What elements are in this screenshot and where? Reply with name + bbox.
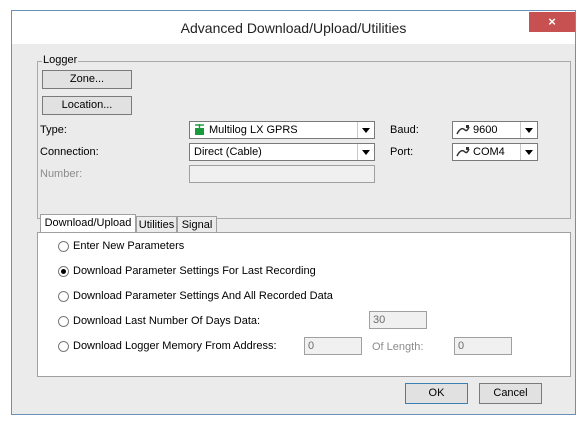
- port-value: COM4: [473, 146, 505, 158]
- option-enter-new-parameters-radio[interactable]: [58, 241, 69, 252]
- tab-panel: [37, 232, 571, 377]
- cable-icon: [456, 147, 470, 157]
- length-field: 0: [454, 337, 512, 355]
- port-select[interactable]: COM4: [452, 143, 538, 161]
- of-length-label: Of Length:: [372, 341, 424, 353]
- chevron-down-icon[interactable]: [357, 144, 374, 160]
- chevron-down-icon[interactable]: [520, 144, 537, 160]
- type-select[interactable]: Multilog LX GPRS: [189, 121, 375, 139]
- connection-value: Direct (Cable): [194, 146, 262, 158]
- chevron-down-icon[interactable]: [520, 122, 537, 138]
- logger-legend: Logger: [42, 54, 79, 66]
- number-label: Number:: [40, 168, 83, 180]
- option-download-last-days-radio[interactable]: [58, 316, 69, 327]
- option-download-last-recording[interactable]: Download Parameter Settings For Last Rec…: [73, 265, 316, 277]
- cable-icon: [456, 125, 470, 135]
- option-download-memory-radio[interactable]: [58, 341, 69, 352]
- option-download-all-data-radio[interactable]: [58, 291, 69, 302]
- close-button[interactable]: ×: [529, 12, 575, 32]
- connection-select[interactable]: Direct (Cable): [189, 143, 375, 161]
- baud-label: Baud:: [390, 124, 419, 136]
- location-button[interactable]: Location...: [42, 96, 132, 115]
- address-field: 0: [304, 337, 362, 355]
- type-value: Multilog LX GPRS: [209, 124, 298, 136]
- close-icon: ×: [548, 14, 556, 29]
- option-download-last-recording-radio[interactable]: [58, 266, 69, 277]
- ok-button[interactable]: OK: [405, 383, 468, 404]
- option-download-memory[interactable]: Download Logger Memory From Address:: [73, 340, 277, 352]
- logger-device-icon: [195, 124, 204, 135]
- cancel-button[interactable]: Cancel: [479, 383, 542, 404]
- tab-utilities[interactable]: Utilities: [136, 216, 177, 233]
- tab-signal[interactable]: Signal: [177, 216, 217, 233]
- title-bar: Advanced Download/Upload/Utilities ×: [12, 11, 575, 44]
- connection-label: Connection:: [40, 146, 99, 158]
- type-label: Type:: [40, 124, 67, 136]
- option-download-last-days[interactable]: Download Last Number Of Days Data:: [73, 315, 260, 327]
- days-value: 30: [373, 314, 386, 326]
- address-value: 0: [308, 340, 315, 352]
- window-title: Advanced Download/Upload/Utilities: [180, 20, 407, 36]
- number-field: [189, 165, 375, 183]
- baud-value: 9600: [473, 124, 498, 136]
- option-download-all-data[interactable]: Download Parameter Settings And All Reco…: [73, 290, 333, 302]
- length-value: 0: [458, 340, 465, 352]
- chevron-down-icon[interactable]: [357, 122, 374, 138]
- dialog-window: Advanced Download/Upload/Utilities × Log…: [11, 10, 576, 415]
- option-enter-new-parameters[interactable]: Enter New Parameters: [73, 240, 184, 252]
- port-label: Port:: [390, 146, 414, 158]
- zone-button[interactable]: Zone...: [42, 70, 132, 89]
- baud-select[interactable]: 9600: [452, 121, 538, 139]
- days-field: 30: [369, 311, 427, 329]
- tab-download-upload[interactable]: Download/Upload: [40, 214, 136, 233]
